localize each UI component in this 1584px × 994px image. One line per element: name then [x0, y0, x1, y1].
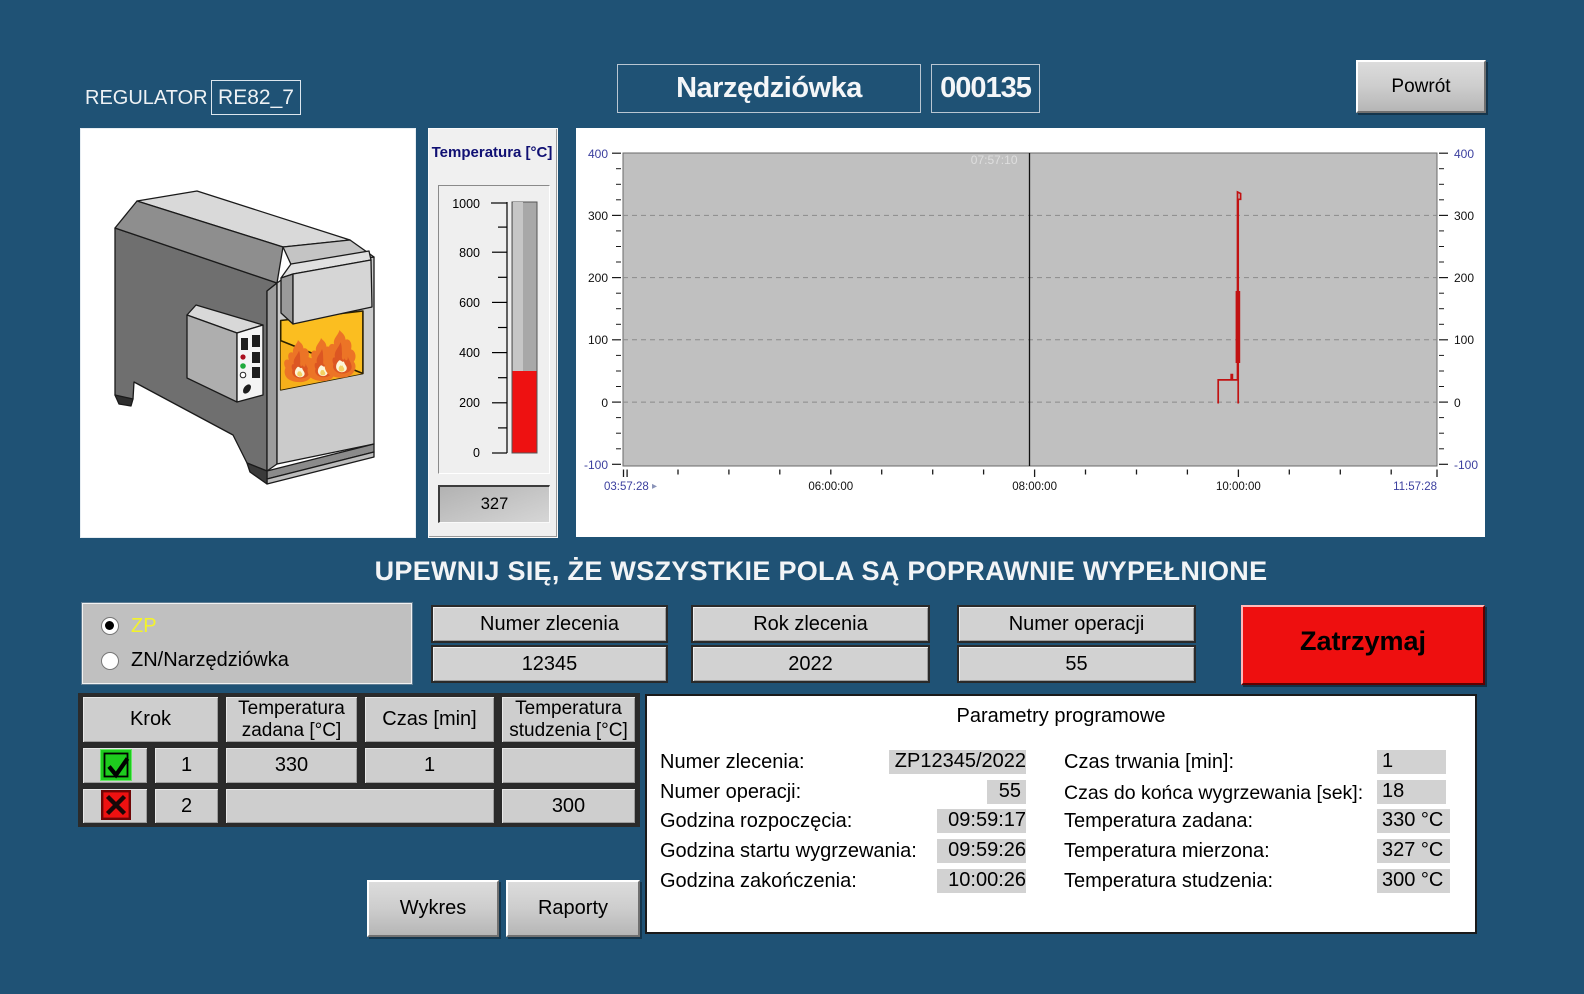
svg-text:06:00:00: 06:00:00	[808, 481, 853, 493]
svg-text:▸: ▸	[652, 481, 657, 492]
svg-text:10:00:00: 10:00:00	[1216, 481, 1261, 493]
svg-text:-100: -100	[1454, 458, 1478, 472]
svg-text:0: 0	[473, 446, 480, 460]
svg-text:400: 400	[459, 346, 480, 360]
svg-text:100: 100	[588, 333, 608, 347]
svg-text:200: 200	[588, 271, 608, 285]
svg-text:1000: 1000	[452, 197, 480, 211]
svg-text:800: 800	[459, 246, 480, 260]
svg-text:0: 0	[1454, 396, 1461, 410]
svg-text:200: 200	[1454, 271, 1474, 285]
svg-text:400: 400	[1454, 147, 1474, 161]
svg-text:100: 100	[1454, 333, 1474, 347]
svg-text:08:00:00: 08:00:00	[1012, 481, 1057, 493]
svg-text:0: 0	[601, 396, 608, 410]
svg-text:11:57:28: 11:57:28	[1393, 481, 1437, 493]
svg-text:400: 400	[588, 147, 608, 161]
svg-text:300: 300	[588, 209, 608, 223]
svg-text:200: 200	[459, 396, 480, 410]
svg-text:600: 600	[459, 296, 480, 310]
svg-text:-100: -100	[584, 458, 608, 472]
svg-text:300: 300	[1454, 209, 1474, 223]
svg-text:07:57:10: 07:57:10	[971, 153, 1018, 167]
svg-text:03:57:28: 03:57:28	[604, 481, 649, 493]
